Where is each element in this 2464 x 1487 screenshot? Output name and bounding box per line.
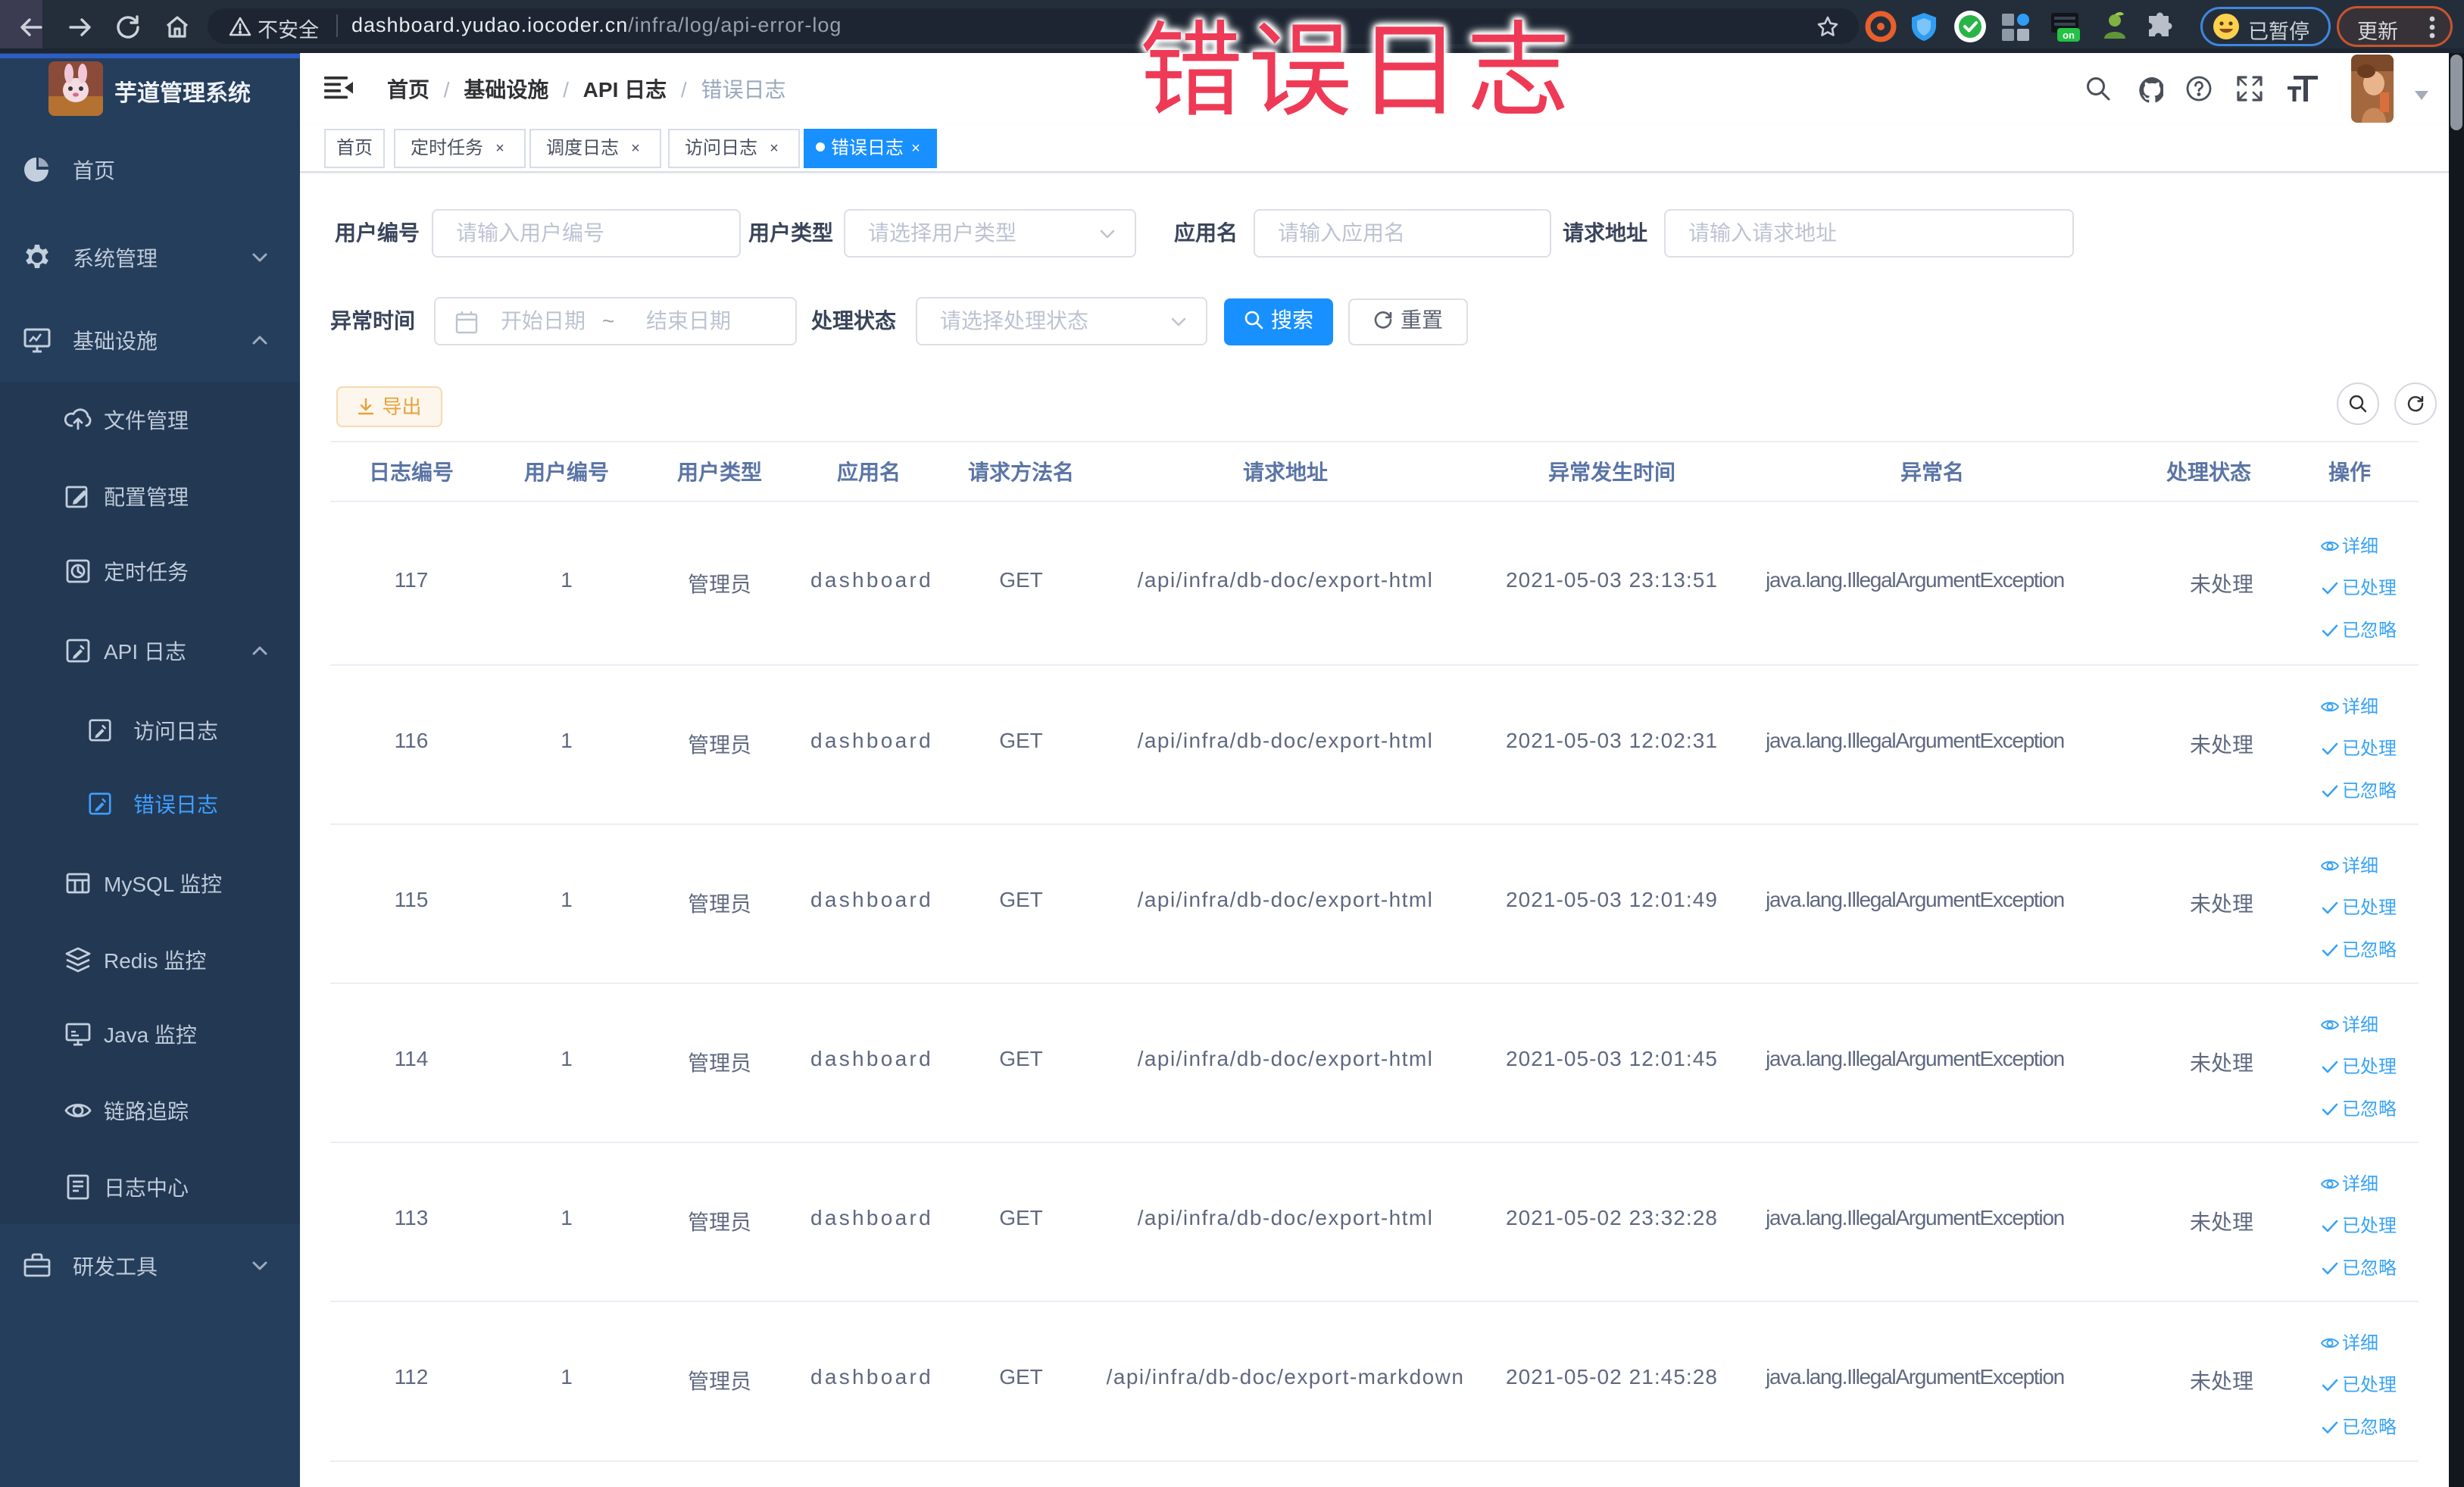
svg-text:on: on (2063, 30, 2075, 41)
